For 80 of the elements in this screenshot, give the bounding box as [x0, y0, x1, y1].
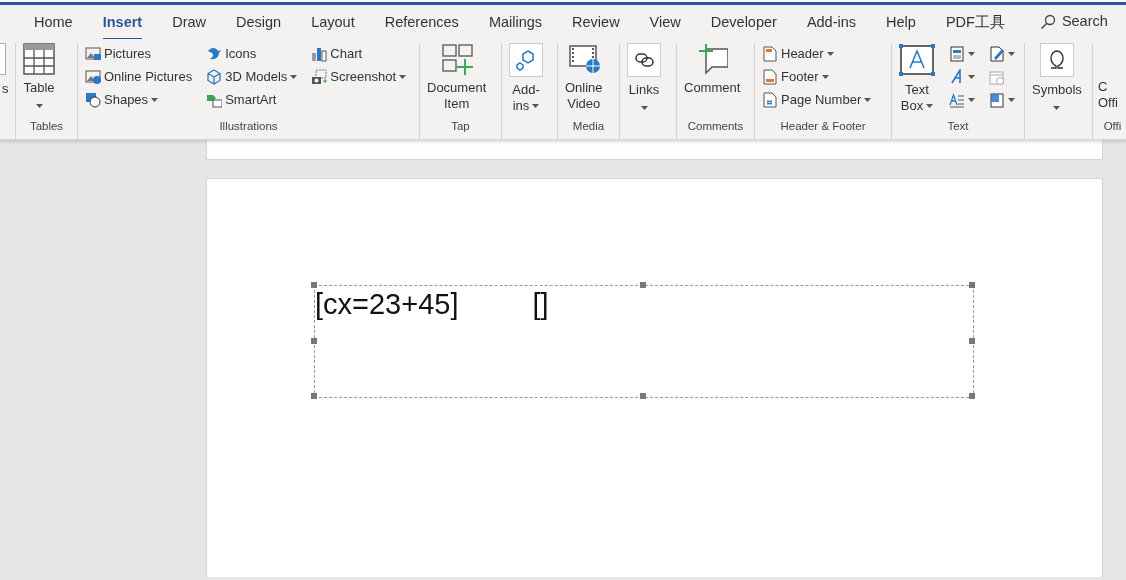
search-button[interactable]: Search — [1033, 10, 1114, 34]
shapes-icon — [85, 92, 101, 108]
chart-icon — [311, 46, 328, 62]
picture-icon — [85, 46, 101, 62]
ribbon-tab[interactable]: Home — [19, 8, 88, 36]
input-field[interactable] — [0, 43, 6, 75]
letter-lines-icon — [949, 92, 965, 108]
ribbon-tab[interactable]: Help — [871, 8, 931, 36]
calendar-clock-icon — [989, 69, 1005, 85]
screenshot-icon — [311, 69, 328, 85]
resize-handle[interactable] — [640, 393, 646, 399]
text-content: [] — [532, 287, 549, 322]
ribbon-tab[interactable]: Add-ins — [791, 8, 872, 36]
ribbon-button[interactable]: 3D Models — [204, 66, 300, 88]
chain-link-icon — [627, 43, 661, 77]
ribbon-tab[interactable]: Layout — [296, 8, 370, 36]
group-label: Tap — [450, 119, 471, 134]
comment-icon — [696, 43, 729, 75]
resize-handle[interactable] — [640, 282, 646, 288]
frame-icon — [989, 92, 1005, 108]
ribbon-button[interactable]: Online Pictures — [83, 66, 195, 88]
ribbon-button[interactable]: Add- ins — [507, 43, 545, 114]
ribbon-tab[interactable]: View — [634, 8, 696, 36]
group-label: Offi — [1102, 119, 1123, 134]
omega-icon — [1039, 43, 1074, 77]
text-box-icon — [899, 43, 935, 77]
ribbon-tab[interactable]: PDF工具 — [930, 8, 1020, 36]
ribbon-button[interactable]: C Offi — [1098, 79, 1118, 111]
resize-handle[interactable] — [311, 337, 317, 344]
group-label: Comments — [686, 119, 745, 134]
resize-handle[interactable] — [311, 393, 317, 399]
document-parts-icon — [949, 46, 965, 62]
header-icon — [762, 46, 778, 62]
ribbon-label[interactable]: s — [2, 80, 9, 97]
ribbon-button[interactable] — [987, 43, 1017, 65]
ribbon-tab[interactable]: References — [369, 8, 474, 36]
group-label: Header & Footer — [779, 119, 867, 134]
smartart-icon — [206, 92, 223, 108]
film-globe-icon — [567, 43, 600, 75]
search-icon — [1039, 14, 1056, 30]
cube-icon — [206, 69, 223, 85]
document-item-icon — [440, 43, 473, 75]
ribbon-button[interactable]: Chart — [309, 43, 409, 65]
ribbon-button[interactable] — [947, 43, 977, 65]
ribbon-button[interactable]: Links — [625, 43, 663, 115]
ribbon-button[interactable]: Online Video — [563, 43, 605, 112]
ribbon-button[interactable]: Icons — [204, 43, 300, 65]
ribbon-button[interactable]: Table — [21, 43, 57, 113]
resize-handle[interactable] — [969, 393, 975, 399]
ribbon-tab[interactable]: Draw — [157, 8, 222, 36]
globe-picture-icon — [85, 69, 101, 85]
ribbon-tab[interactable]: Mailings — [473, 8, 558, 36]
resize-handle[interactable] — [969, 282, 975, 288]
group-label: Media — [571, 119, 606, 134]
text-box[interactable]: [cx=23+45] [] — [314, 285, 974, 398]
ribbon-button[interactable]: Pictures — [83, 43, 195, 65]
ribbon-button[interactable]: Page Number — [760, 89, 874, 111]
text-content: [cx=23+45] — [315, 287, 459, 322]
resize-handle[interactable] — [969, 337, 975, 344]
page-number-icon — [762, 92, 778, 108]
group-label: Illustrations — [218, 119, 279, 134]
table-icon — [23, 43, 55, 75]
ribbon-tab[interactable]: Developer — [695, 8, 792, 36]
ribbon-button[interactable]: SmartArt — [204, 89, 300, 111]
ribbon-tab[interactable]: Review — [557, 8, 635, 36]
ribbon-button[interactable]: Text Box — [897, 43, 937, 114]
ribbon-button[interactable]: Header — [760, 43, 874, 65]
resize-handle[interactable] — [311, 282, 317, 288]
pen-page-icon — [989, 46, 1005, 62]
ribbon-button[interactable]: Screenshot — [309, 66, 409, 88]
bird-icon — [206, 46, 223, 62]
group-label: Text — [946, 119, 970, 134]
group-label: Tables — [28, 119, 65, 134]
ribbon-button[interactable]: Symbols — [1030, 43, 1084, 115]
ribbon-tab[interactable]: Design — [221, 8, 297, 36]
ribbon-button[interactable]: Comment — [682, 43, 743, 96]
ribbon-button[interactable]: Document Item — [425, 43, 489, 112]
ribbon-button[interactable]: Footer — [760, 66, 874, 88]
ribbon-button[interactable]: Shapes — [83, 89, 195, 111]
footer-icon — [762, 69, 778, 85]
